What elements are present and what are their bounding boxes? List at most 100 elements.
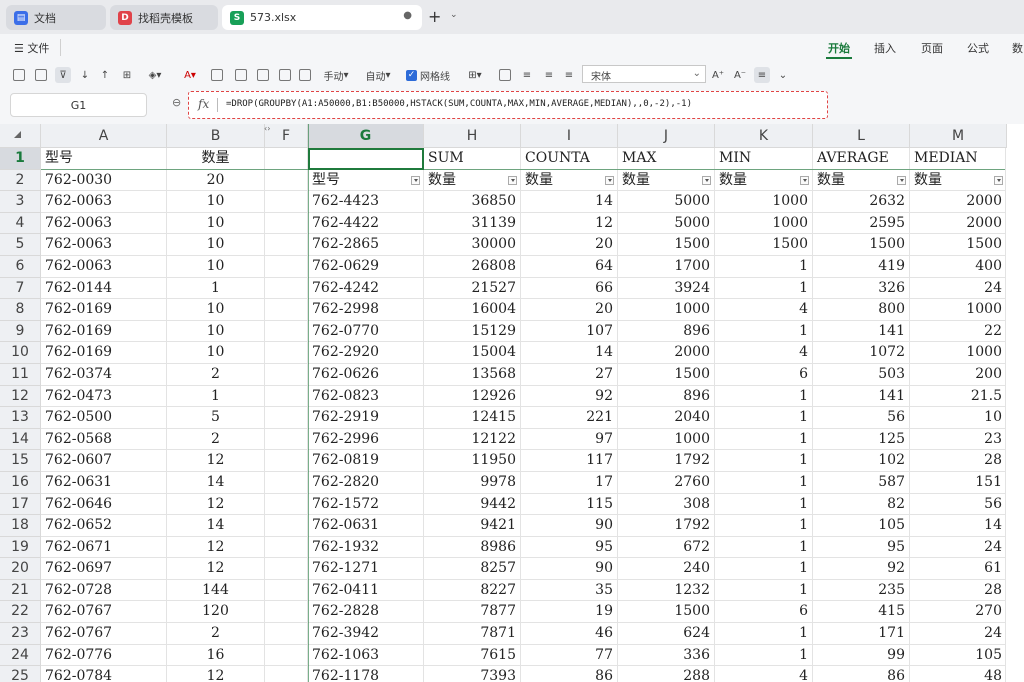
cell-k2[interactable]: 数量 [715,169,813,192]
cell-b2[interactable]: 20 [167,169,265,192]
cell-g13[interactable]: 762-2919 [308,407,424,429]
tab-modified-dot-icon[interactable]: ● [403,10,412,21]
borders-icon[interactable]: ⊞ [120,67,134,83]
cell-k23[interactable]: 1 [715,623,813,645]
align-center-icon[interactable]: ≡ [542,67,556,83]
decrease-font-icon[interactable]: A⁻ [732,67,748,83]
cell-m6[interactable]: 400 [910,255,1007,278]
cell-i19[interactable]: 95 [521,536,618,559]
row-height-icon[interactable] [278,67,292,83]
cell-k19[interactable]: 1 [715,536,813,559]
cell-h22[interactable]: 7877 [424,601,521,624]
cell-i7[interactable]: 66 [521,277,618,300]
ribbon-tab-insert[interactable]: 插入 [874,40,896,56]
cell-l25[interactable]: 86 [813,666,910,682]
row-header[interactable]: 7 [0,277,41,300]
cell-f18[interactable] [265,515,308,537]
cell-f25[interactable] [265,666,308,682]
ribbon-tab-formula[interactable]: 公式 [967,40,989,56]
align-left-icon[interactable]: ≡ [520,67,534,83]
cell-j9[interactable]: 896 [618,320,715,343]
cell-g15[interactable]: 762-0819 [308,450,424,472]
cell-b24[interactable]: 16 [167,644,265,667]
new-tab-plus-icon[interactable]: + [428,7,441,26]
cell-f6[interactable] [265,255,308,278]
cell-a17[interactable]: 762-0646 [41,493,167,516]
cell-m1[interactable]: MEDIAN [910,148,1007,170]
cell-i22[interactable]: 19 [521,601,618,624]
cell-f20[interactable] [265,558,308,580]
row-header[interactable]: 1 [0,148,41,170]
cell-j23[interactable]: 624 [618,623,715,645]
cell-f3[interactable] [265,191,308,213]
cell-g17[interactable]: 762-1572 [308,493,424,516]
cell-b15[interactable]: 12 [167,450,265,472]
column-header-m[interactable]: M [910,124,1007,148]
cell-k15[interactable]: 1 [715,450,813,472]
row-header[interactable]: 9 [0,320,41,343]
cell-i13[interactable]: 221 [521,407,618,429]
cell-j1[interactable]: MAX [618,148,715,170]
row-header[interactable]: 19 [0,536,41,559]
cell-b25[interactable]: 12 [167,666,265,682]
cell-a22[interactable]: 762-0767 [41,601,167,624]
wrap-text-icon[interactable] [234,67,248,83]
cell-l9[interactable]: 141 [813,320,910,343]
cell-k14[interactable]: 1 [715,428,813,451]
column-header-f[interactable]: F [265,124,308,148]
cell-j3[interactable]: 5000 [618,191,715,213]
cell-h12[interactable]: 12926 [424,385,521,408]
row-header[interactable]: 3 [0,191,41,213]
cell-a24[interactable]: 762-0776 [41,644,167,667]
cell-j5[interactable]: 1500 [618,234,715,256]
row-header[interactable]: 2 [0,169,41,192]
cell-l3[interactable]: 2632 [813,191,910,213]
freeze-panes-icon[interactable] [256,67,270,83]
cell-j2[interactable]: 数量 [618,169,715,192]
row-header[interactable]: 12 [0,385,41,408]
cell-f5[interactable] [265,234,308,256]
cell-g20[interactable]: 762-1271 [308,558,424,580]
cell-j21[interactable]: 1232 [618,579,715,602]
cell-f10[interactable] [265,342,308,364]
increase-font-icon[interactable]: A⁺ [710,67,726,83]
cell-i4[interactable]: 12 [521,212,618,235]
cell-b9[interactable]: 10 [167,320,265,343]
cell-b11[interactable]: 2 [167,363,265,386]
cell-b17[interactable]: 12 [167,493,265,516]
cell-h18[interactable]: 9421 [424,515,521,537]
cell-i15[interactable]: 117 [521,450,618,472]
cell-i16[interactable]: 17 [521,471,618,494]
cell-b7[interactable]: 1 [167,277,265,300]
cell-i14[interactable]: 97 [521,428,618,451]
cell-i1[interactable]: COUNTA [521,148,618,170]
cell-g11[interactable]: 762-0626 [308,363,424,386]
cell-a10[interactable]: 762-0169 [41,342,167,364]
cell-i3[interactable]: 14 [521,191,618,213]
cell-a9[interactable]: 762-0169 [41,320,167,343]
cell-g5[interactable]: 762-2865 [308,234,424,256]
cell-l17[interactable]: 82 [813,493,910,516]
cell-h25[interactable]: 7393 [424,666,521,682]
cell-b16[interactable]: 14 [167,471,265,494]
cell-g18[interactable]: 762-0631 [308,515,424,537]
cell-a14[interactable]: 762-0568 [41,428,167,451]
table-style-icon[interactable] [498,67,512,83]
cell-k1[interactable]: MIN [715,148,813,170]
row-header[interactable]: 16 [0,471,41,494]
cell-k5[interactable]: 1500 [715,234,813,256]
filter-dropdown-icon[interactable] [508,175,517,185]
row-header[interactable]: 13 [0,407,41,429]
cell-j11[interactable]: 1500 [618,363,715,386]
cell-b4[interactable]: 10 [167,212,265,235]
cell-j6[interactable]: 1700 [618,255,715,278]
cell-h14[interactable]: 12122 [424,428,521,451]
cell-g1[interactable] [308,148,424,170]
vertical-scrollbar[interactable] [1005,148,1024,682]
filter-dropdown-icon[interactable] [800,175,809,185]
cell-h21[interactable]: 8227 [424,579,521,602]
cell-m11[interactable]: 200 [910,363,1007,386]
cell-l12[interactable]: 141 [813,385,910,408]
row-header[interactable]: 25 [0,666,41,682]
cell-h7[interactable]: 21527 [424,277,521,300]
